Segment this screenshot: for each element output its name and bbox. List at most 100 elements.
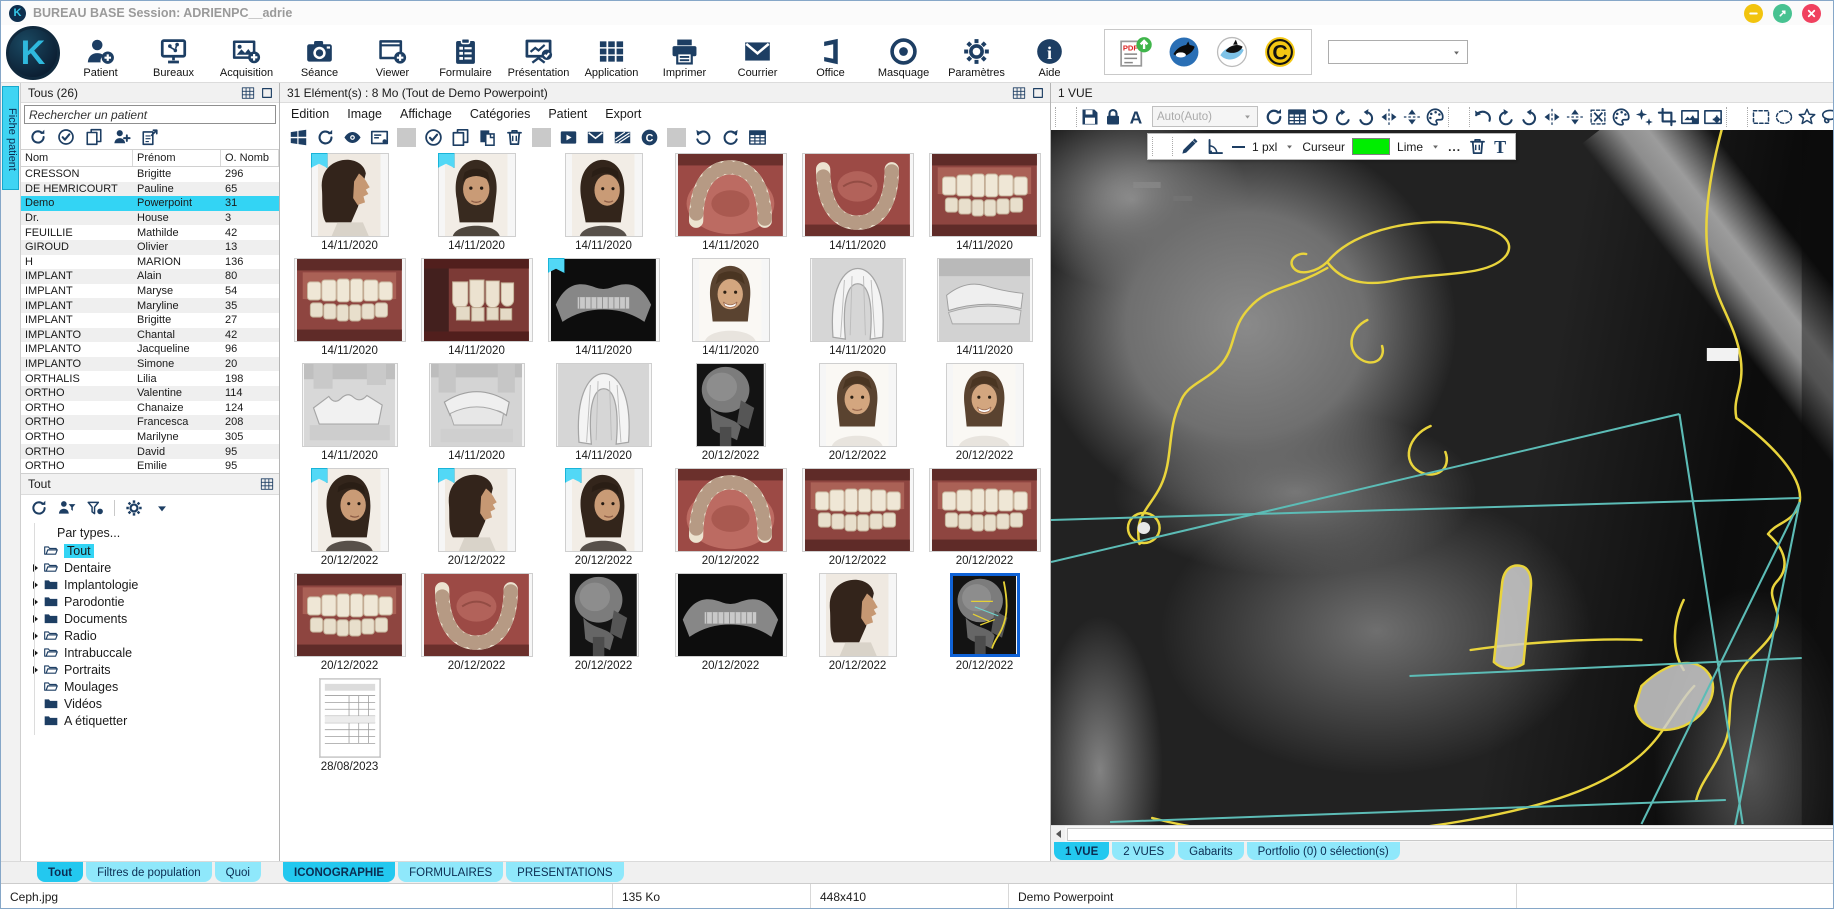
gallery-thumbnail[interactable]: 28/08/2023 — [286, 678, 413, 783]
viewer-toolbar-button[interactable] — [1611, 107, 1631, 127]
gallery-toolbar-button[interactable] — [343, 128, 362, 147]
grid-view-icon[interactable] — [260, 477, 274, 491]
scrollbar-thumb[interactable] — [1067, 828, 1834, 841]
delete-annotation-icon[interactable] — [1468, 137, 1487, 156]
table-row[interactable]: CRESSON Brigitte 296 — [21, 167, 279, 182]
tree-item[interactable]: Dentaire — [21, 559, 279, 576]
viewer-tab[interactable]: Portfolio (0) 0 sélection(s) — [1247, 842, 1400, 860]
app-toolbar-button[interactable]: Courrier — [721, 25, 794, 82]
zoom-combobox[interactable]: Auto(Auto) — [1152, 106, 1258, 127]
app-toolbar-button[interactable]: Patient — [64, 25, 137, 82]
viewer-toolbar-button[interactable] — [1565, 107, 1585, 127]
tree-item[interactable]: Parodontie — [21, 593, 279, 610]
expand-arrow-icon[interactable] — [33, 632, 38, 640]
gallery-toolbar-button[interactable] — [748, 128, 767, 147]
plugin-icon-button[interactable]: PDF — [1119, 35, 1153, 69]
filter-toolbar-button[interactable] — [30, 499, 48, 517]
filter-toolbar-button[interactable] — [153, 499, 171, 517]
tree-item[interactable]: Portraits — [21, 661, 279, 678]
text-tool-icon[interactable]: T — [1494, 138, 1506, 156]
menu-item[interactable]: Export — [605, 107, 641, 121]
gallery-thumbnail[interactable]: 14/11/2020 — [540, 258, 667, 363]
viewer-toolbar-button[interactable] — [1310, 107, 1330, 127]
viewer-toolbar-button[interactable]: A — [1126, 107, 1146, 127]
viewer-toolbar-button[interactable] — [1402, 107, 1422, 127]
tree-item[interactable]: Moulages — [21, 678, 279, 695]
patients-toolbar-button[interactable] — [85, 128, 103, 146]
gallery-thumbnail[interactable]: 14/11/2020 — [286, 258, 413, 363]
minimize-button[interactable] — [1744, 4, 1763, 23]
pencil-tool-icon[interactable] — [1180, 137, 1199, 156]
gallery-thumbnail[interactable]: 14/11/2020 — [921, 153, 1048, 258]
viewer-toolbar-button[interactable] — [1287, 107, 1307, 127]
viewer-toolbar-button[interactable] — [1588, 107, 1608, 127]
table-row[interactable]: FEUILLIE Mathilde 42 — [21, 225, 279, 240]
gallery-thumbnail[interactable]: 20/12/2022 — [540, 468, 667, 573]
menu-item[interactable]: Image — [347, 107, 382, 121]
grid-view-icon[interactable] — [1012, 86, 1026, 100]
fiche-patient-vertical-tab[interactable]: Fiche patient — [2, 86, 19, 190]
more-options-button[interactable]: ... — [1448, 140, 1461, 154]
table-row[interactable]: Demo Powerpoint 31 — [21, 196, 279, 211]
viewer-toolbar-button[interactable] — [1751, 107, 1771, 127]
plugin-icon-button[interactable]: C — [1263, 35, 1297, 69]
expand-arrow-icon[interactable] — [33, 615, 38, 623]
gallery-toolbar-button[interactable] — [694, 128, 713, 147]
gallery-thumbnail[interactable]: 20/12/2022 — [794, 573, 921, 678]
gallery-thumbnail[interactable]: 14/11/2020 — [286, 153, 413, 258]
viewer-toolbar-button[interactable] — [1425, 107, 1445, 127]
gallery-toolbar-button[interactable]: C — [640, 128, 659, 147]
table-row[interactable]: ORTHO Francesca 208 — [21, 415, 279, 430]
filter-toolbar-button[interactable] — [86, 499, 104, 517]
gallery-thumbnail[interactable]: 14/11/2020 — [921, 258, 1048, 363]
table-row[interactable]: IMPLANT Brigitte 27 — [21, 313, 279, 328]
gallery-toolbar-button[interactable] — [424, 128, 443, 147]
gallery-thumbnail[interactable]: 20/12/2022 — [540, 573, 667, 678]
viewer-toolbar-button[interactable] — [1519, 107, 1539, 127]
measure-tool-icon[interactable] — [1206, 137, 1225, 156]
table-row[interactable]: GIROUD Olivier 13 — [21, 240, 279, 255]
gallery-thumbnail[interactable]: 20/12/2022 — [667, 573, 794, 678]
patients-toolbar-button[interactable] — [141, 128, 159, 146]
filter-toolbar-button[interactable] — [58, 499, 76, 517]
gallery-thumbnail[interactable]: 14/11/2020 — [794, 153, 921, 258]
patients-tab[interactable]: Quoi — [215, 862, 261, 882]
filter-toolbar-button[interactable] — [125, 499, 143, 517]
table-row[interactable]: IMPLANT Maryline 35 — [21, 298, 279, 313]
app-toolbar-button[interactable]: Application — [575, 25, 648, 82]
viewer-toolbar-button[interactable] — [1774, 107, 1794, 127]
gallery-thumbnail[interactable]: 14/11/2020 — [667, 153, 794, 258]
maximize-button[interactable] — [1773, 4, 1792, 23]
patients-toolbar-button[interactable] — [57, 128, 75, 146]
table-row[interactable]: H MARION 136 — [21, 255, 279, 270]
gallery-tab[interactable]: ICONOGRAPHIE — [283, 862, 395, 882]
viewer-toolbar-button[interactable] — [1820, 107, 1834, 127]
table-row[interactable]: IMPLANTO Jacqueline 96 — [21, 342, 279, 357]
app-toolbar-button[interactable]: Masquage — [867, 25, 940, 82]
column-header[interactable]: O. Nomb — [221, 150, 279, 166]
plugin-icon-button[interactable] — [1167, 35, 1201, 69]
table-row[interactable]: Dr. House 3 — [21, 211, 279, 226]
viewer-toolbar-button[interactable] — [1333, 107, 1353, 127]
app-toolbar-button[interactable]: Présentation — [502, 25, 575, 82]
viewer-toolbar-button[interactable] — [1379, 107, 1399, 127]
app-toolbar-button[interactable]: Bureaux — [137, 25, 210, 82]
gallery-toolbar-button[interactable] — [451, 128, 470, 147]
gallery-thumbnail[interactable]: 14/11/2020 — [794, 258, 921, 363]
gallery-thumbnail[interactable]: 20/12/2022 — [667, 468, 794, 573]
viewer-toolbar-button[interactable] — [1634, 107, 1654, 127]
gallery-thumbnail[interactable]: 20/12/2022 — [794, 468, 921, 573]
viewer-toolbar-button[interactable] — [1496, 107, 1516, 127]
viewer-toolbar-button[interactable] — [1680, 107, 1700, 127]
gallery-thumbnail[interactable]: 20/12/2022 — [286, 573, 413, 678]
viewer-tab[interactable]: Gabarits — [1178, 842, 1243, 860]
table-row[interactable]: ORTHO David 95 — [21, 444, 279, 459]
chevron-down-icon[interactable] — [1284, 141, 1295, 152]
gallery-toolbar-button[interactable] — [316, 128, 335, 147]
gallery-toolbar-button[interactable] — [289, 128, 308, 147]
gallery-thumbnail[interactable]: 20/12/2022 — [413, 468, 540, 573]
app-toolbar-button[interactable]: Paramètres — [940, 25, 1013, 82]
app-toolbar-button[interactable]: Imprimer — [648, 25, 721, 82]
viewer-toolbar-button[interactable] — [1542, 107, 1562, 127]
app-toolbar-button[interactable]: Séance — [283, 25, 356, 82]
